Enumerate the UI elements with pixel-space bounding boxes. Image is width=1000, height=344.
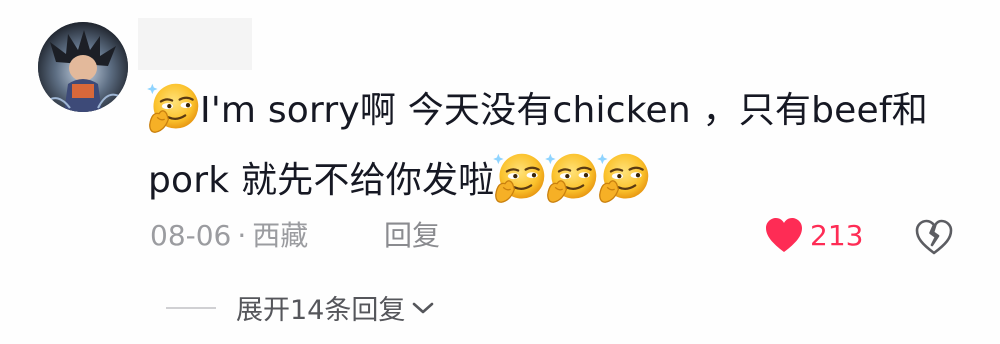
broken-heart-icon[interactable]: [914, 218, 954, 256]
expand-replies-button[interactable]: 展开14条回复: [166, 288, 437, 327]
comment-text-line-2: pork 就先不给你发啦: [148, 146, 948, 216]
avatar[interactable]: [38, 22, 128, 112]
smirk-emoji-icon: [596, 150, 652, 206]
smirk-emoji-icon: [146, 80, 202, 136]
reply-button[interactable]: 回复: [384, 214, 440, 254]
comment-item: I'm sorry啊 今天没有chicken ，只有beef和 pork 就先不…: [0, 0, 1000, 344]
comment-location: 西藏: [252, 219, 309, 252]
divider: [166, 306, 216, 309]
like-count: 213: [810, 218, 864, 252]
smirk-emoji-icon: [492, 150, 548, 206]
like-button[interactable]: 213: [764, 216, 863, 254]
comment-text: I'm sorry啊 今天没有chicken ，只有beef和 pork 就先不…: [146, 76, 948, 216]
comment-text-segment-2: pork 就先不给你发啦: [148, 160, 495, 201]
heart-icon: [766, 218, 802, 252]
comment-text-segment-1: I'm sorry啊 今天没有chicken ，只有beef和: [200, 90, 928, 131]
avatar-image: [38, 22, 128, 112]
smirk-emoji-icon: [544, 150, 600, 206]
chevron-down-icon: [413, 302, 434, 313]
comment-date: 08-06: [150, 219, 232, 252]
username-redacted: [138, 18, 252, 70]
comment-meta: 08-06 · 西藏: [150, 214, 308, 254]
expand-replies-label: 展开14条回复: [236, 295, 406, 326]
meta-separator: ·: [237, 219, 247, 252]
comment-text-line-1: I'm sorry啊 今天没有chicken ，只有beef和: [146, 76, 948, 146]
